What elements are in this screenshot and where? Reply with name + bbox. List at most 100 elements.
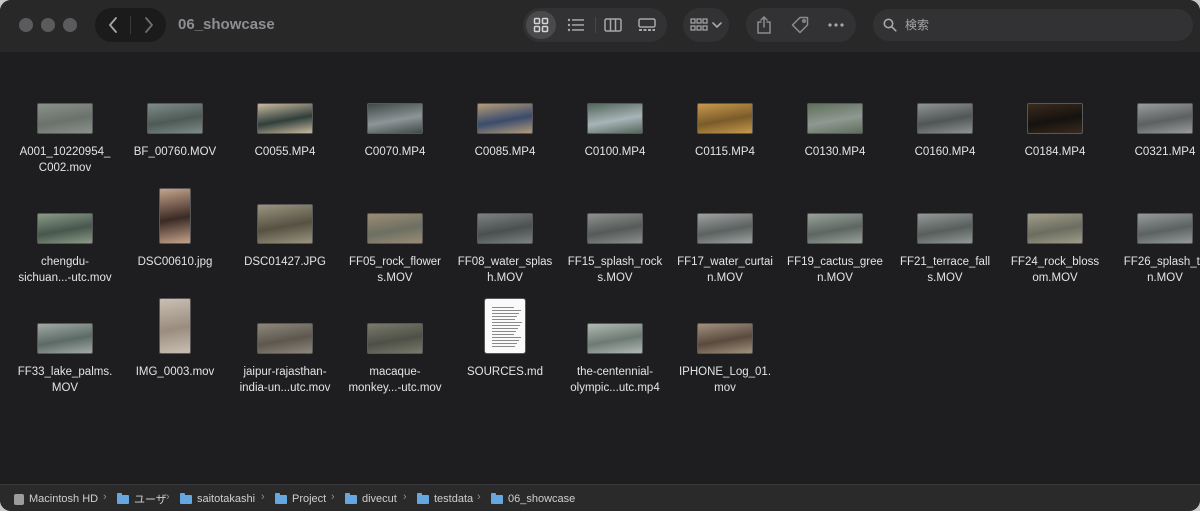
back-button[interactable] bbox=[95, 8, 130, 42]
file-item[interactable]: FF17_water_curtai n.MOV bbox=[670, 182, 780, 292]
file-name: DSC00610.jpg bbox=[137, 256, 213, 268]
file-name: C0130.MP4 bbox=[804, 146, 866, 158]
file-item[interactable]: A001_10220954_ C002.mov bbox=[10, 72, 120, 182]
file-item[interactable]: C0070.MP4 bbox=[340, 72, 450, 182]
search-input[interactable] bbox=[905, 9, 1185, 41]
file-item[interactable]: chengdu- sichuan...-utc.mov bbox=[10, 182, 120, 292]
file-item[interactable]: DSC01427.JPG bbox=[230, 182, 340, 292]
actions-group bbox=[746, 8, 856, 42]
file-item[interactable]: FF21_terrace_fall s.MOV bbox=[890, 182, 1000, 292]
path-separator: › bbox=[166, 491, 170, 503]
column-view-button[interactable] bbox=[598, 11, 628, 39]
file-name: jaipur-rajasthan- india-un...utc.mov bbox=[239, 366, 331, 394]
path-item[interactable]: Project bbox=[275, 492, 326, 506]
file-thumbnail bbox=[807, 213, 863, 244]
file-item[interactable]: FF24_rock_bloss om.MOV bbox=[1000, 182, 1110, 292]
file-name: FF24_rock_bloss om.MOV bbox=[1010, 256, 1100, 284]
file-name: C0055.MP4 bbox=[254, 146, 316, 158]
minimize-window-button[interactable] bbox=[41, 18, 55, 32]
file-item[interactable]: FF26_splash_te n.MOV bbox=[1110, 182, 1200, 292]
file-item[interactable]: BF_00760.MOV bbox=[120, 72, 230, 182]
file-thumbnail bbox=[807, 103, 863, 134]
zoom-window-button[interactable] bbox=[63, 18, 77, 32]
search-field[interactable] bbox=[873, 9, 1193, 41]
path-item[interactable]: 06_showcase bbox=[491, 492, 575, 506]
file-item[interactable]: C0115.MP4 bbox=[670, 72, 780, 182]
list-view-button[interactable] bbox=[561, 11, 591, 39]
path-item[interactable]: divecut bbox=[345, 492, 397, 506]
file-name: FF08_water_splas h.MOV bbox=[457, 256, 553, 284]
file-name: C0321.MP4 bbox=[1134, 146, 1196, 158]
file-item[interactable]: C0130.MP4 bbox=[780, 72, 890, 182]
file-item[interactable]: macaque- monkey...-utc.mov bbox=[340, 292, 450, 402]
file-item[interactable]: C0160.MP4 bbox=[890, 72, 1000, 182]
chevron-right-icon bbox=[144, 17, 153, 33]
file-thumbnail bbox=[917, 103, 973, 134]
more-icon bbox=[828, 23, 844, 27]
file-thumbnail bbox=[367, 103, 423, 134]
path-item-label: saitotakashi bbox=[197, 493, 256, 505]
path-separator: › bbox=[477, 491, 481, 503]
file-item[interactable]: SOURCES.md bbox=[450, 292, 560, 402]
path-separator: › bbox=[331, 491, 335, 503]
file-name: FF21_terrace_fall s.MOV bbox=[899, 256, 991, 284]
path-bar: Macintosh HD › ユーザ › saitotakashi › Project › di… bbox=[0, 484, 1200, 511]
tag-button[interactable] bbox=[785, 11, 815, 39]
file-name: SOURCES.md bbox=[466, 366, 544, 378]
file-item[interactable]: FF08_water_splas h.MOV bbox=[450, 182, 560, 292]
navigation-group bbox=[95, 8, 166, 42]
column-view-icon bbox=[604, 18, 622, 32]
file-name: C0085.MP4 bbox=[474, 146, 536, 158]
close-window-button[interactable] bbox=[19, 18, 33, 32]
file-name: C0115.MP4 bbox=[695, 146, 755, 158]
file-name: FF05_rock_flower s.MOV bbox=[348, 256, 442, 284]
file-item[interactable]: C0321.MP4 bbox=[1110, 72, 1200, 182]
path-item[interactable]: ユーザ bbox=[117, 492, 167, 506]
file-item[interactable]: the-centennial- olympic...utc.mp4 bbox=[560, 292, 670, 402]
file-name: IMG_0003.mov bbox=[135, 366, 215, 378]
path-separator: › bbox=[261, 491, 265, 503]
file-item[interactable]: C0184.MP4 bbox=[1000, 72, 1110, 182]
path-separator: › bbox=[103, 491, 107, 503]
file-name: macaque- monkey...-utc.mov bbox=[348, 366, 442, 394]
path-item[interactable]: saitotakashi bbox=[180, 492, 255, 506]
icon-view-button[interactable] bbox=[526, 11, 556, 39]
file-item[interactable]: DSC00610.jpg bbox=[120, 182, 230, 292]
file-item[interactable]: FF33_lake_palms. MOV bbox=[10, 292, 120, 402]
toolbar: 06_showcase bbox=[0, 0, 1200, 52]
file-name: C0160.MP4 bbox=[914, 146, 976, 158]
gallery-view-button[interactable] bbox=[632, 11, 662, 39]
file-name: IPHONE_Log_01. mov bbox=[678, 366, 772, 394]
file-item[interactable]: C0100.MP4 bbox=[560, 72, 670, 182]
folder-icon bbox=[275, 492, 287, 504]
group-by-button[interactable] bbox=[683, 8, 729, 42]
file-item[interactable]: C0085.MP4 bbox=[450, 72, 560, 182]
file-item[interactable]: IPHONE_Log_01. mov bbox=[670, 292, 780, 402]
file-item[interactable]: FF19_cactus_gree n.MOV bbox=[780, 182, 890, 292]
finder-window: 06_showcase 検索 A001_10220954_ C002.mov B… bbox=[0, 0, 1200, 511]
file-thumbnail bbox=[367, 323, 423, 354]
file-thumbnail bbox=[477, 103, 533, 134]
share-button[interactable] bbox=[749, 11, 779, 39]
more-button[interactable] bbox=[821, 11, 851, 39]
file-item[interactable]: IMG_0003.mov bbox=[120, 292, 230, 402]
view-switcher bbox=[523, 8, 667, 42]
forward-button[interactable] bbox=[131, 8, 166, 42]
file-item[interactable]: jaipur-rajasthan- india-un...utc.mov bbox=[230, 292, 340, 402]
path-item[interactable]: testdata bbox=[417, 492, 473, 506]
folder-icon bbox=[417, 492, 429, 504]
file-thumbnail bbox=[37, 213, 93, 244]
group-by-icon bbox=[690, 18, 708, 31]
path-item-label: testdata bbox=[434, 493, 474, 505]
path-item-label: Macintosh HD bbox=[29, 493, 99, 505]
file-name: the-centennial- olympic...utc.mp4 bbox=[570, 366, 660, 394]
path-item[interactable]: Macintosh HD bbox=[14, 492, 98, 506]
file-thumbnail bbox=[257, 323, 313, 354]
share-icon bbox=[757, 16, 771, 34]
file-name: DSC01427.JPG bbox=[244, 256, 326, 268]
document-thumbnail bbox=[484, 298, 526, 354]
file-item[interactable]: C0055.MP4 bbox=[230, 72, 340, 182]
file-item[interactable]: FF15_splash_rock s.MOV bbox=[560, 182, 670, 292]
file-grid: A001_10220954_ C002.mov BF_00760.MOV C0055… bbox=[0, 52, 1200, 484]
file-item[interactable]: FF05_rock_flower s.MOV bbox=[340, 182, 450, 292]
